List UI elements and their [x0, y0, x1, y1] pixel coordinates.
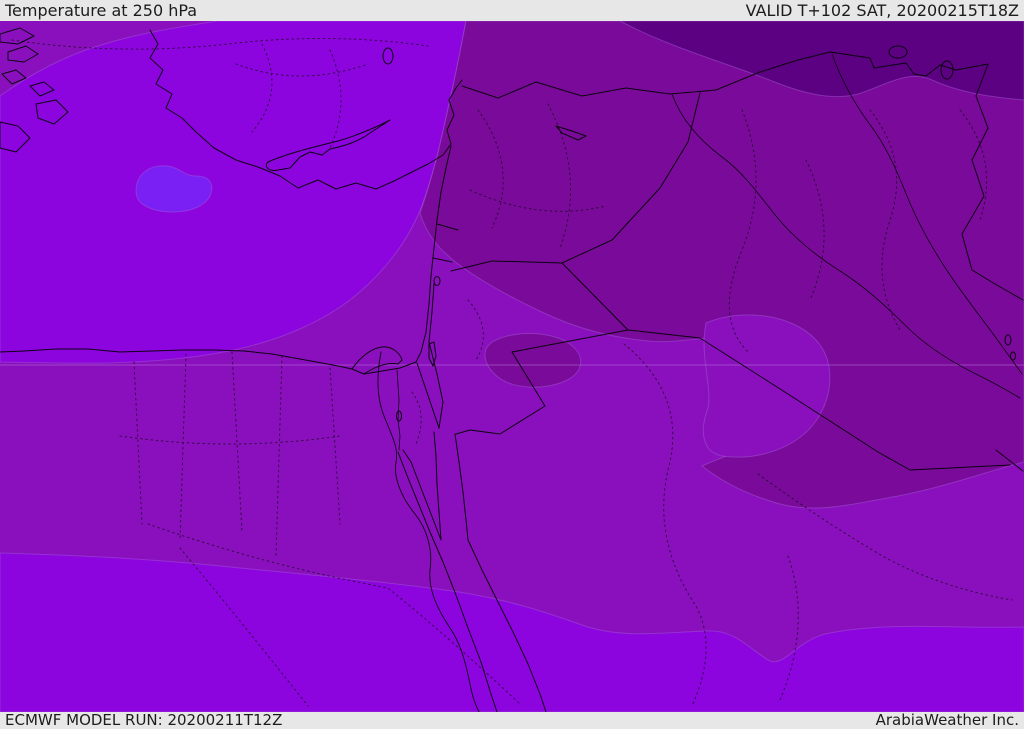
- header-bar: Temperature at 250 hPa VALID T+102 SAT, …: [0, 0, 1024, 21]
- map-title-label: Temperature at 250 hPa: [5, 0, 198, 20]
- weather-map-window: Temperature at 250 hPa VALID T+102 SAT, …: [0, 0, 1024, 729]
- model-run-label: ECMWF MODEL RUN: 20200211T12Z: [5, 711, 283, 729]
- credit-label: ArabiaWeather Inc.: [875, 711, 1019, 729]
- footer-bar: ECMWF MODEL RUN: 20200211T12Z ArabiaWeat…: [0, 712, 1024, 729]
- valid-time-label: VALID T+102 SAT, 20200215T18Z: [745, 0, 1019, 20]
- weather-map: [0, 20, 1024, 713]
